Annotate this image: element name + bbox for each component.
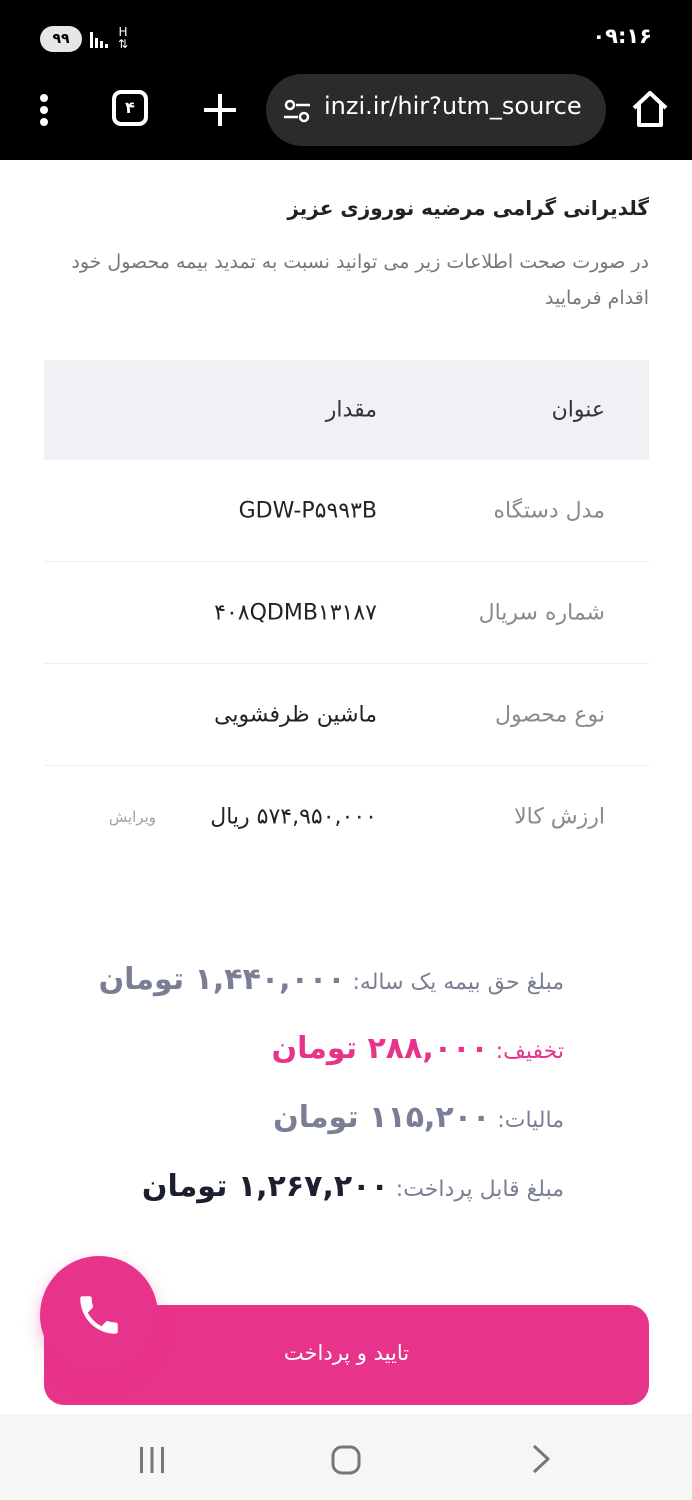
table-row: ارزش کالا ۵۷۴,۹۵۰,۰۰۰ ریال ویرایش (44, 766, 649, 868)
header-title: عنوان (551, 397, 605, 423)
row-value: ۵۷۴,۹۵۰,۰۰۰ ریال (210, 804, 377, 830)
table-row: نوع محصول ماشین ظرفشویی (44, 664, 649, 766)
mobile-data-icon: H ⇅ (118, 25, 129, 51)
system-navigation-bar (0, 1414, 692, 1500)
tabs-button[interactable]: ۴ (112, 90, 148, 126)
premium-amount: ۱,۴۴۰,۰۰۰ تومان (98, 962, 346, 997)
row-label: شماره سریال (478, 600, 605, 625)
signal-icon (90, 32, 108, 48)
payable-amount: ۱,۲۶۷,۲۰۰ تومان (141, 1169, 389, 1204)
url-text[interactable]: inzi.ir/hir?utm_source (324, 92, 582, 120)
home-icon[interactable] (630, 88, 670, 130)
discount-amount: ۲۸۸,۰۰۰ تومان (271, 1031, 489, 1066)
table-header: عنوان مقدار (44, 360, 649, 460)
browser-top-bar: ۹۹ H ⇅ ۰۹:۱۶ ۴ inzi.ir/hir?utm_source (0, 0, 692, 160)
row-label: مدل دستگاه (493, 498, 605, 523)
edit-value-link[interactable]: ویرایش (109, 808, 156, 826)
table-row: مدل دستگاه GDW-P۵۹۹۳B (44, 460, 649, 562)
status-time: ۰۹:۱۶ (592, 24, 652, 48)
back-icon[interactable] (524, 1442, 556, 1476)
discount-line: تخفیف: ۲۸۸,۰۰۰ تومان (271, 1031, 564, 1066)
greeting-title: گلدیرانی گرامی مرضیه نوروزی عزیز (287, 196, 649, 220)
tax-amount: ۱۱۵,۲۰۰ تومان (273, 1100, 491, 1135)
battery-indicator: ۹۹ (40, 26, 82, 52)
premium-label: مبلغ حق بیمه یک ساله: (352, 970, 564, 995)
table-row: شماره سریال ۴۰۸QDMB۱۳۱۸۷ (44, 562, 649, 664)
row-value: ۴۰۸QDMB۱۳۱۸۷ (214, 600, 377, 625)
premium-line: مبلغ حق بیمه یک ساله: ۱,۴۴۰,۰۰۰ تومان (99, 962, 564, 997)
site-settings-icon[interactable] (282, 96, 312, 126)
payable-line: مبلغ قابل پرداخت: ۱,۲۶۷,۲۰۰ تومان (142, 1169, 564, 1204)
new-tab-icon[interactable] (200, 90, 240, 130)
row-value: ماشین ظرفشویی (214, 702, 377, 727)
call-button[interactable] (40, 1256, 158, 1374)
tax-line: مالیات: ۱۱۵,۲۰۰ تومان (273, 1100, 564, 1135)
greeting-description: در صورت صحت اطلاعات زیر می توانید نسبت ب… (71, 251, 649, 309)
more-menu-icon[interactable] (30, 90, 58, 130)
product-info-table: عنوان مقدار مدل دستگاه GDW-P۵۹۹۳B شماره … (44, 360, 649, 868)
discount-label: تخفیف: (495, 1039, 564, 1064)
address-bar[interactable]: inzi.ir/hir?utm_source (266, 74, 606, 146)
header-value: مقدار (325, 397, 377, 423)
phone-icon (80, 1296, 118, 1334)
recent-apps-icon[interactable] (136, 1444, 168, 1476)
payable-label: مبلغ قابل پرداخت: (395, 1177, 564, 1202)
row-label: ارزش کالا (514, 804, 605, 830)
row-label: نوع محصول (494, 702, 605, 727)
tax-label: مالیات: (497, 1108, 564, 1133)
nav-home-icon[interactable] (330, 1444, 362, 1476)
row-value: GDW-P۵۹۹۳B (238, 498, 377, 523)
